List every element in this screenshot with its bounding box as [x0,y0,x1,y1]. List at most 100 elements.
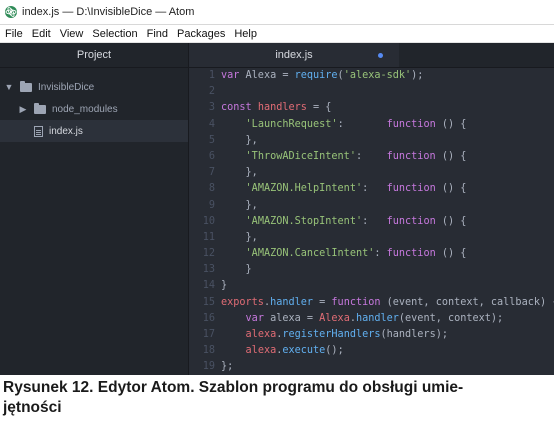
code-token: registerHandlers [282,329,381,340]
code-token: 'AMAZON.CancelIntent' [245,248,375,260]
code-line[interactable]: 16 var alexa = Alexa.handler(event, cont… [189,311,554,327]
code-text: var Alexa = require('alexa-sdk'); [221,68,423,84]
menu-find[interactable]: Find [147,28,168,40]
tree-item-label: node_modules [52,103,118,115]
code-line[interactable]: 11 }, [189,230,554,246]
tab-label: index.js [275,49,313,61]
tree-item-label: InvisibleDice [38,81,95,93]
code-token: const [221,102,252,114]
line-number: 1 [208,70,215,81]
code-line[interactable]: 1 var Alexa = require('alexa-sdk'); [189,68,554,84]
code-line[interactable]: 5 }, [189,133,554,149]
code-token: alexa [245,345,277,357]
code-text: }, [221,198,258,214]
code-line[interactable]: 9 }, [189,198,554,214]
menu-file[interactable]: File [5,28,23,40]
code-text: 'AMAZON.CancelIntent': function () { [221,246,467,262]
line-number: 15 [202,296,215,308]
code-token: } [221,280,228,292]
line-number: 12 [202,248,215,260]
tree-file-index-js[interactable]: index.js [0,120,188,142]
project-panel-header[interactable]: Project [0,43,188,68]
line-number: 6 [208,150,215,162]
code-line[interactable]: 14} [189,278,554,294]
code-line[interactable]: 19}; [189,359,554,375]
code-text: 'AMAZON.StopIntent': function () { [221,214,467,230]
code-token: () { [435,118,467,130]
code-text: } [221,262,252,278]
code-token: : [362,183,387,195]
code-token: : [374,248,387,260]
code-token: : [337,118,387,130]
code-editor[interactable]: index.js 1 var Alexa = require('alexa-sdk… [189,43,554,375]
code-token: var [221,70,240,81]
menu-edit[interactable]: Edit [32,28,51,40]
tree-folder-root[interactable]: ▼ InvisibleDice [0,76,188,98]
code-text: 'ThrowADiceIntent': function () { [221,149,467,165]
code-text: var alexa = Alexa.handler(event, context… [221,311,504,327]
code-token: }; [221,361,234,373]
folder-icon [34,102,46,114]
code-token: (handlers); [380,329,448,340]
line-number: 2 [208,86,215,98]
code-text: const handlers = { [221,100,331,116]
code-line[interactable]: 6 'ThrowADiceIntent': function () { [189,149,554,165]
window-title: index.js — D:\InvisibleDice — Atom [22,6,195,18]
line-number: 11 [202,231,215,243]
code-token: : [362,215,387,227]
chevron-right-icon[interactable]: ▶ [18,104,28,115]
code-line[interactable]: 17 alexa.registerHandlers(handlers); [189,327,554,343]
editor-tab-bar: index.js [189,43,554,68]
chevron-down-icon[interactable]: ▼ [4,82,14,92]
tree-item-label: index.js [49,125,83,137]
caption-line-2: jętności [3,399,62,416]
code-token: alexa = [263,312,320,324]
code-token: }, [221,134,258,146]
code-text: exports.handler = function (event, conte… [221,295,554,311]
menu-bar: File Edit View Selection Find Packages H… [0,25,554,43]
code-text: }, [221,165,258,181]
code-line[interactable]: 3 const handlers = { [189,100,554,116]
menu-packages[interactable]: Packages [177,28,225,40]
code-line[interactable]: 4 'LaunchRequest': function () { [189,117,554,133]
code-line[interactable]: 2 [189,84,554,100]
line-number: 13 [202,264,215,276]
code-line[interactable]: 18 alexa.execute(); [189,343,554,359]
modified-dot-icon[interactable] [378,53,383,58]
code-line[interactable]: 7 }, [189,165,554,181]
code-line[interactable]: 15 exports.handler = function (event, con… [189,295,554,311]
code-token: exports [221,296,264,308]
code-line[interactable]: 8 'AMAZON.HelpIntent': function () { [189,181,554,197]
line-number: 10 [202,215,215,227]
folder-icon [20,80,32,92]
code-token: Alexa [319,312,350,324]
code-line[interactable]: 13 } [189,262,554,278]
menu-view[interactable]: View [60,28,84,40]
code-token: () { [435,248,467,260]
code-token: Alexa = [239,70,295,81]
menu-selection[interactable]: Selection [92,28,137,40]
code-line[interactable]: 12 'AMAZON.CancelIntent': function () { [189,246,554,262]
code-token: (event, context); [398,312,504,324]
code-token: function [331,296,381,308]
code-text: alexa.registerHandlers(handlers); [221,327,448,343]
code-text: alexa.execute(); [221,343,344,359]
caption-line-1: Rysunek 12. Edytor Atom. Szablon program… [3,379,464,396]
code-area[interactable]: 1 var Alexa = require('alexa-sdk'); 2 3 cons… [189,68,554,375]
tree-folder-node-modules[interactable]: ▶ node_modules [0,98,188,120]
code-token: () { [435,183,467,195]
code-text: 'LaunchRequest': function () { [221,117,467,133]
code-text: } [221,278,227,294]
code-line[interactable]: 10 'AMAZON.StopIntent': function () { [189,214,554,230]
code-token: function [386,215,436,227]
line-number: 3 [208,102,215,114]
code-token: = [313,296,332,308]
tab-index-js[interactable]: index.js [189,43,399,67]
code-token: 'AMAZON.StopIntent' [245,215,363,227]
menu-help[interactable]: Help [234,28,257,40]
code-token: }, [221,199,258,211]
code-token: handlers [257,102,307,114]
